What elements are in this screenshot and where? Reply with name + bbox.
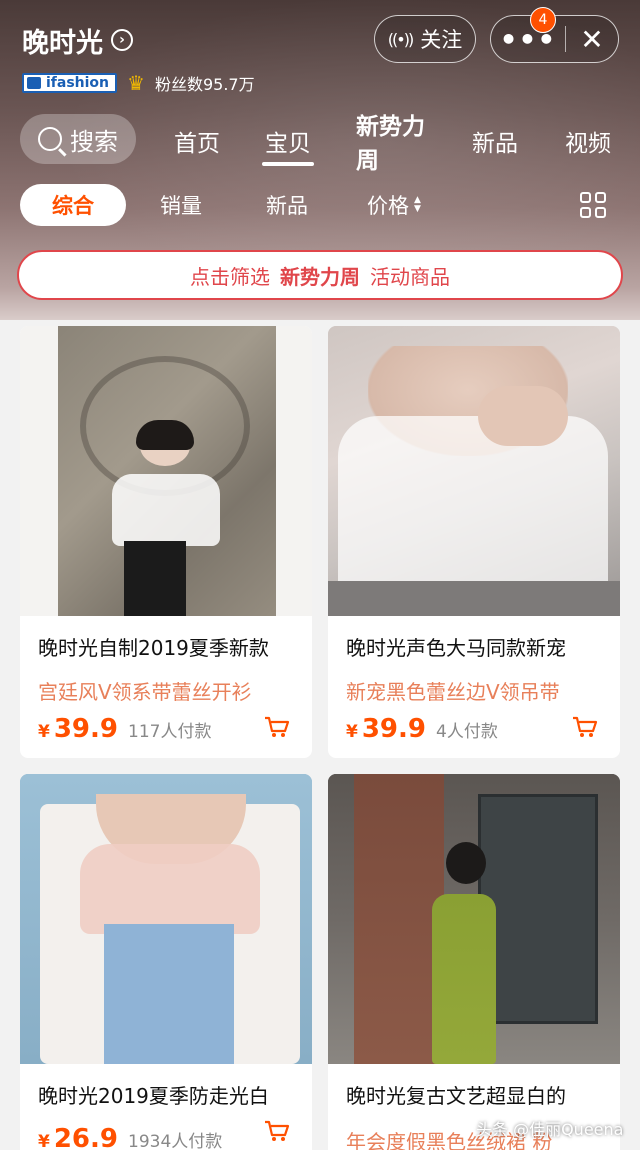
follow-label: 关注 [420,28,463,52]
tab-products[interactable]: 宝贝 [262,124,314,166]
chevron-right-icon: › [111,29,133,51]
grid-view-icon[interactable] [580,192,606,218]
watermark: 头条 @佳丽Queena [476,1120,624,1139]
price-row: ¥26.9 1934人付款 [38,1124,222,1150]
sort-price[interactable]: 价格 ▲ ▼ [358,184,430,226]
sort-new[interactable]: 新品 [260,184,314,226]
banner-text-1: 点击筛选 [190,264,270,289]
follow-button[interactable]: ((•)) 关注 [374,15,476,63]
cart-icon[interactable] [264,716,290,738]
cart-icon[interactable] [264,1120,290,1142]
shop-name: 晚时光 [22,27,103,59]
price-row: ¥39.9 4人付款 [346,714,498,744]
tab-new[interactable]: 新品 [468,124,522,158]
sort-arrows-icon: ▲ ▼ [414,195,421,214]
product-title: 晚时光自制2019夏季新款 [38,636,269,660]
broadcast-icon: ((•)) [387,29,414,49]
product-image [328,774,620,1064]
banner-text-3: 活动商品 [370,264,450,289]
cart-icon[interactable] [572,716,598,738]
filter-banner[interactable]: 点击筛选 新势力周 活动商品 [17,250,623,300]
close-icon: ✕ [580,22,604,56]
product-subtitle: 新宠黑色蕾丝边V领吊带 [346,680,560,704]
fans-count: 粉丝数95.7万 [154,75,255,94]
sold-count: 1934人付款 [128,1132,223,1150]
notification-badge: 4 [530,7,556,33]
banner-text-2: 新势力周 [280,264,360,289]
search-button[interactable]: 搜索 [20,114,136,164]
product-title: 晚时光复古文艺超显白的 [346,1084,566,1108]
tab-new-power-week[interactable]: 新势力周 [356,114,432,174]
product-card[interactable]: 晚时光自制2019夏季新款 宫廷风V领系带蕾丝开衫 ¥39.9 117人付款 [20,326,312,758]
product-image [20,326,312,616]
product-title: 晚时光2019夏季防走光白 [38,1084,269,1108]
product-price: ¥39.9 [346,714,426,744]
close-button[interactable]: ✕ [566,16,618,62]
product-subtitle: 宫廷风V领系带蕾丝开衫 [38,680,252,704]
product-price: ¥39.9 [38,714,118,744]
search-icon [38,127,62,151]
product-card[interactable]: 晚时光2019夏季防走光白 ¥26.9 1934人付款 [20,774,312,1150]
sort-comprehensive[interactable]: 综合 [20,184,126,226]
shop-name-link[interactable]: 晚时光 › [22,20,133,60]
crown-icon: ♛ [127,71,145,95]
product-title: 晚时光声色大马同款新宠 [346,636,566,660]
product-price: ¥26.9 [38,1124,118,1150]
sold-count: 117人付款 [128,722,212,742]
tab-video[interactable]: 视频 [560,124,616,158]
product-card[interactable]: 晚时光声色大马同款新宠 新宠黑色蕾丝边V领吊带 ¥39.9 4人付款 [328,326,620,758]
search-label: 搜索 [70,127,118,156]
sold-count: 4人付款 [436,722,498,742]
product-image [20,774,312,1064]
shop-meta: ifashion ♛ 粉丝数95.7万 [22,70,255,96]
product-image [328,326,620,616]
sort-price-label: 价格 [367,194,410,218]
tab-home[interactable]: 首页 [170,124,224,158]
ifashion-logo: ifashion [22,73,118,93]
product-card[interactable]: 晚时光复古文艺超显白的 年会度假黑色丝绒裙 粉 [328,774,620,1150]
price-row: ¥39.9 117人付款 [38,714,211,744]
sort-sales[interactable]: 销量 [154,184,208,226]
